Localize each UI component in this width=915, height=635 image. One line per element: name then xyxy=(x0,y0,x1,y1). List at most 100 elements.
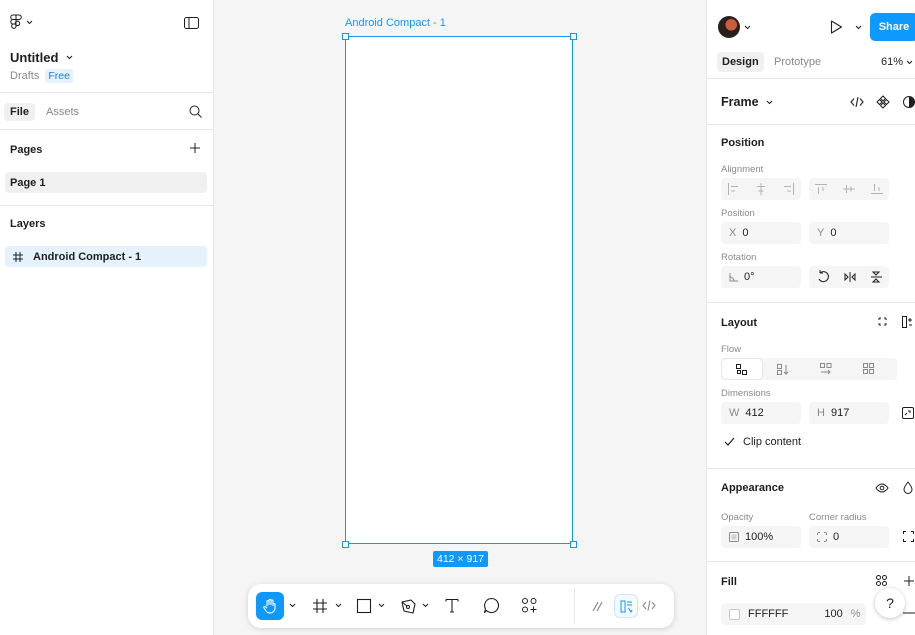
color-swatch[interactable] xyxy=(729,608,740,620)
rotate-icon[interactable] xyxy=(817,270,830,284)
fill-color-field[interactable]: FFFFFF 100 % xyxy=(721,603,866,625)
hand-icon xyxy=(263,598,276,614)
resize-handle-top-right[interactable] xyxy=(570,33,577,40)
flip-vertical-icon[interactable] xyxy=(871,271,882,283)
tab-file[interactable]: File xyxy=(4,103,35,121)
fill-opacity-unit: % xyxy=(850,608,861,620)
comment-tool-button[interactable] xyxy=(483,597,500,614)
frame-tool-button[interactable] xyxy=(312,598,328,614)
frame-icon xyxy=(313,599,327,613)
flip-horizontal-icon[interactable] xyxy=(844,272,856,282)
drafts-link[interactable]: Drafts xyxy=(10,70,39,82)
eye-icon[interactable] xyxy=(875,483,889,493)
resize-handle-bottom-left[interactable] xyxy=(342,541,349,548)
dev-mode-button[interactable] xyxy=(642,599,656,612)
align-middle-icon[interactable] xyxy=(843,183,855,195)
main-menu-button[interactable] xyxy=(9,14,33,30)
corner-radius-icon xyxy=(817,532,827,542)
x-position-field[interactable]: X 0 xyxy=(721,222,801,244)
flow-freeform-button[interactable] xyxy=(722,359,762,379)
pen-tool-button[interactable] xyxy=(400,598,417,615)
chevron-down-icon[interactable] xyxy=(289,603,296,608)
fill-hex: FFFFFF xyxy=(748,608,789,620)
corner-radius-field[interactable]: 0 xyxy=(809,526,889,548)
align-bottom-icon[interactable] xyxy=(871,183,883,195)
actions-button[interactable] xyxy=(521,597,538,614)
text-icon xyxy=(445,598,459,613)
w-label: W xyxy=(729,407,740,419)
opacity-icon xyxy=(729,532,739,542)
plan-badge[interactable]: Free xyxy=(45,69,73,83)
width-field[interactable]: W 412 xyxy=(721,402,801,424)
code-icon[interactable] xyxy=(850,96,864,108)
align-top-icon[interactable] xyxy=(815,183,827,195)
x-label: X xyxy=(729,227,737,239)
y-label: Y xyxy=(817,227,825,239)
text-tool-button[interactable] xyxy=(444,597,460,613)
frame-label[interactable]: Android Compact - 1 xyxy=(345,17,446,29)
flow-grid-icon[interactable] xyxy=(863,363,874,374)
chevron-down-icon[interactable] xyxy=(422,603,429,608)
shape-tool-button[interactable] xyxy=(356,598,372,614)
file-name-button[interactable]: Untitled xyxy=(10,50,73,65)
add-page-button[interactable] xyxy=(189,142,201,154)
clip-content-checkbox[interactable]: Clip content xyxy=(724,436,801,448)
styles-grid-icon[interactable] xyxy=(876,575,887,586)
left-sidebar: Untitled Drafts Free File Assets Pages P… xyxy=(0,0,214,635)
rotation-label: Rotation xyxy=(721,252,757,263)
hand-tool-button[interactable] xyxy=(256,592,284,620)
h-label: H xyxy=(817,407,825,419)
layer-label: Android Compact - 1 xyxy=(33,250,142,263)
minus-icon[interactable] xyxy=(903,612,915,614)
plus-icon[interactable] xyxy=(903,575,915,587)
opacity-field[interactable]: 100% xyxy=(721,526,801,548)
collapse-icon[interactable] xyxy=(877,316,888,327)
drop-icon[interactable] xyxy=(903,481,913,494)
design-mode-button[interactable] xyxy=(614,594,638,618)
align-right-icon[interactable] xyxy=(783,183,795,195)
chevron-down-icon[interactable] xyxy=(335,603,342,608)
position-title: Position xyxy=(721,137,765,149)
layer-item[interactable]: Android Compact - 1 xyxy=(5,246,207,267)
comment-icon xyxy=(483,597,500,614)
canvas[interactable]: Android Compact - 1 412 × 917 xyxy=(214,0,706,635)
w-value: 412 xyxy=(745,407,764,419)
constrain-proportions-icon[interactable] xyxy=(902,407,914,419)
figma-logo-icon xyxy=(10,14,22,29)
help-button[interactable]: ? xyxy=(875,588,905,618)
component-icon[interactable] xyxy=(876,95,890,109)
height-field[interactable]: H 917 xyxy=(809,402,889,424)
auto-layout-icon[interactable] xyxy=(902,316,914,328)
tab-assets[interactable]: Assets xyxy=(40,103,85,121)
contrast-icon[interactable] xyxy=(902,95,915,109)
chevron-down-icon xyxy=(26,20,33,24)
rectangle-icon xyxy=(356,598,372,614)
fill-opacity: 100 xyxy=(824,608,843,620)
draw-mode-button[interactable] xyxy=(591,599,605,613)
flow-horizontal-icon[interactable] xyxy=(820,363,832,375)
flow-vertical-icon[interactable] xyxy=(777,364,789,375)
resize-handle-top-left[interactable] xyxy=(342,33,349,40)
frame-type-dropdown[interactable]: Frame xyxy=(721,95,773,109)
corner-radius-label: Corner radius xyxy=(809,512,867,523)
toggle-sidebar-button[interactable] xyxy=(184,17,199,29)
selected-frame[interactable] xyxy=(345,36,573,544)
resize-handle-bottom-right[interactable] xyxy=(570,541,577,548)
independent-corners-icon[interactable] xyxy=(903,531,914,542)
y-position-field[interactable]: Y 0 xyxy=(809,222,889,244)
angle-icon xyxy=(729,272,738,281)
opacity-label: Opacity xyxy=(721,512,754,523)
draw-icon xyxy=(592,601,603,612)
page-item[interactable]: Page 1 xyxy=(5,172,207,193)
rotation-field[interactable]: 0° xyxy=(721,266,801,288)
chevron-down-icon[interactable] xyxy=(378,603,385,608)
layers-title: Layers xyxy=(10,218,46,230)
clip-content-label: Clip content xyxy=(743,436,802,448)
components-plus-icon xyxy=(522,598,537,613)
align-left-icon[interactable] xyxy=(727,183,739,195)
opacity-value: 100% xyxy=(745,531,774,543)
align-center-horizontal-icon[interactable] xyxy=(755,183,767,195)
dimensions-badge: 412 × 917 xyxy=(433,551,489,567)
search-layers-button[interactable] xyxy=(189,105,202,118)
pages-title: Pages xyxy=(10,144,43,156)
